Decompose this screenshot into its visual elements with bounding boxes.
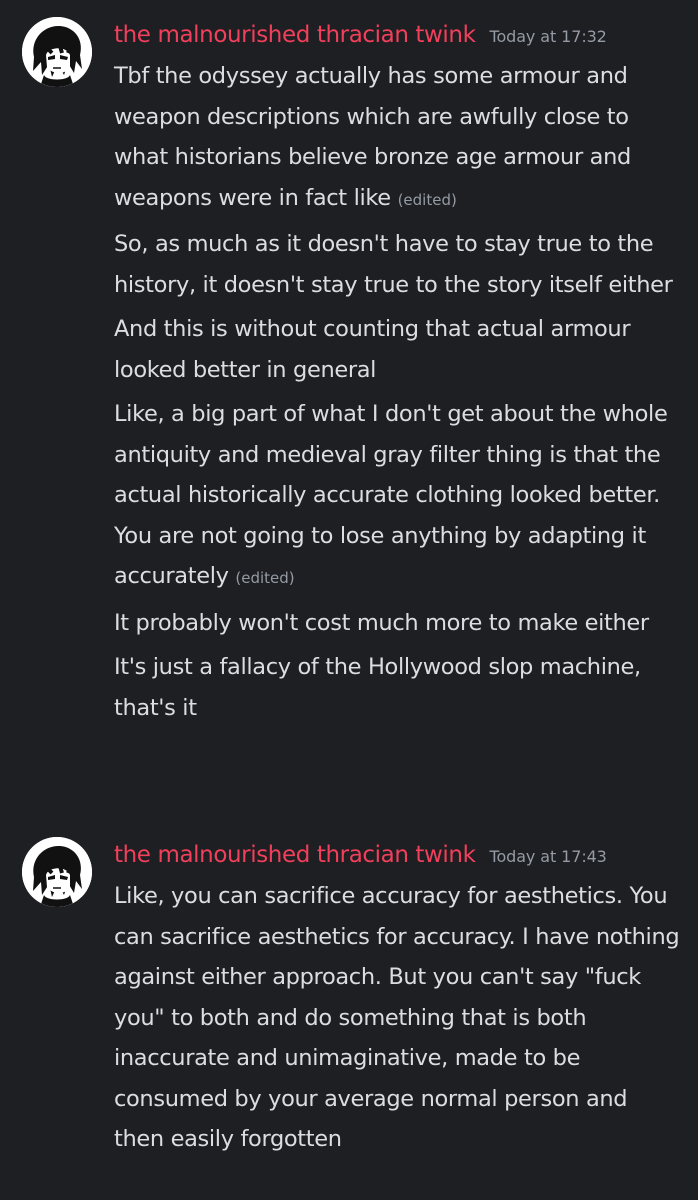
- message-header: the malnourished thracian twink Today at…: [114, 842, 607, 868]
- message-list: Like, you can sacrifice accuracy for aes…: [114, 876, 682, 1164]
- message-list: Tbf the odyssey actually has some armour…: [114, 56, 682, 732]
- chat-log: the malnourished thracian twink Today at…: [0, 0, 698, 1200]
- message-text[interactable]: Like, you can sacrifice accuracy for aes…: [114, 876, 682, 1160]
- message-text[interactable]: It's just a fallacy of the Hollywood slo…: [114, 647, 682, 728]
- edited-label: (edited): [235, 569, 295, 587]
- timestamp[interactable]: Today at 17:32: [490, 27, 607, 46]
- avatar-image-icon: [22, 17, 92, 87]
- message-text[interactable]: So, as much as it doesn't have to stay t…: [114, 224, 682, 305]
- edited-label: (edited): [397, 190, 457, 209]
- avatar-image-icon: [22, 837, 92, 907]
- avatar[interactable]: [22, 837, 92, 907]
- username[interactable]: the malnourished thracian twink: [114, 842, 476, 868]
- timestamp[interactable]: Today at 17:43: [490, 847, 607, 866]
- message-text[interactable]: It probably won't cost much more to make…: [114, 603, 682, 644]
- message-text[interactable]: And this is without counting that actual…: [114, 309, 682, 390]
- message-text[interactable]: Like, a big part of what I don't get abo…: [114, 394, 682, 599]
- username[interactable]: the malnourished thracian twink: [114, 22, 476, 48]
- message-header: the malnourished thracian twink Today at…: [114, 22, 607, 48]
- message-text[interactable]: Tbf the odyssey actually has some armour…: [114, 56, 682, 220]
- avatar[interactable]: [22, 17, 92, 87]
